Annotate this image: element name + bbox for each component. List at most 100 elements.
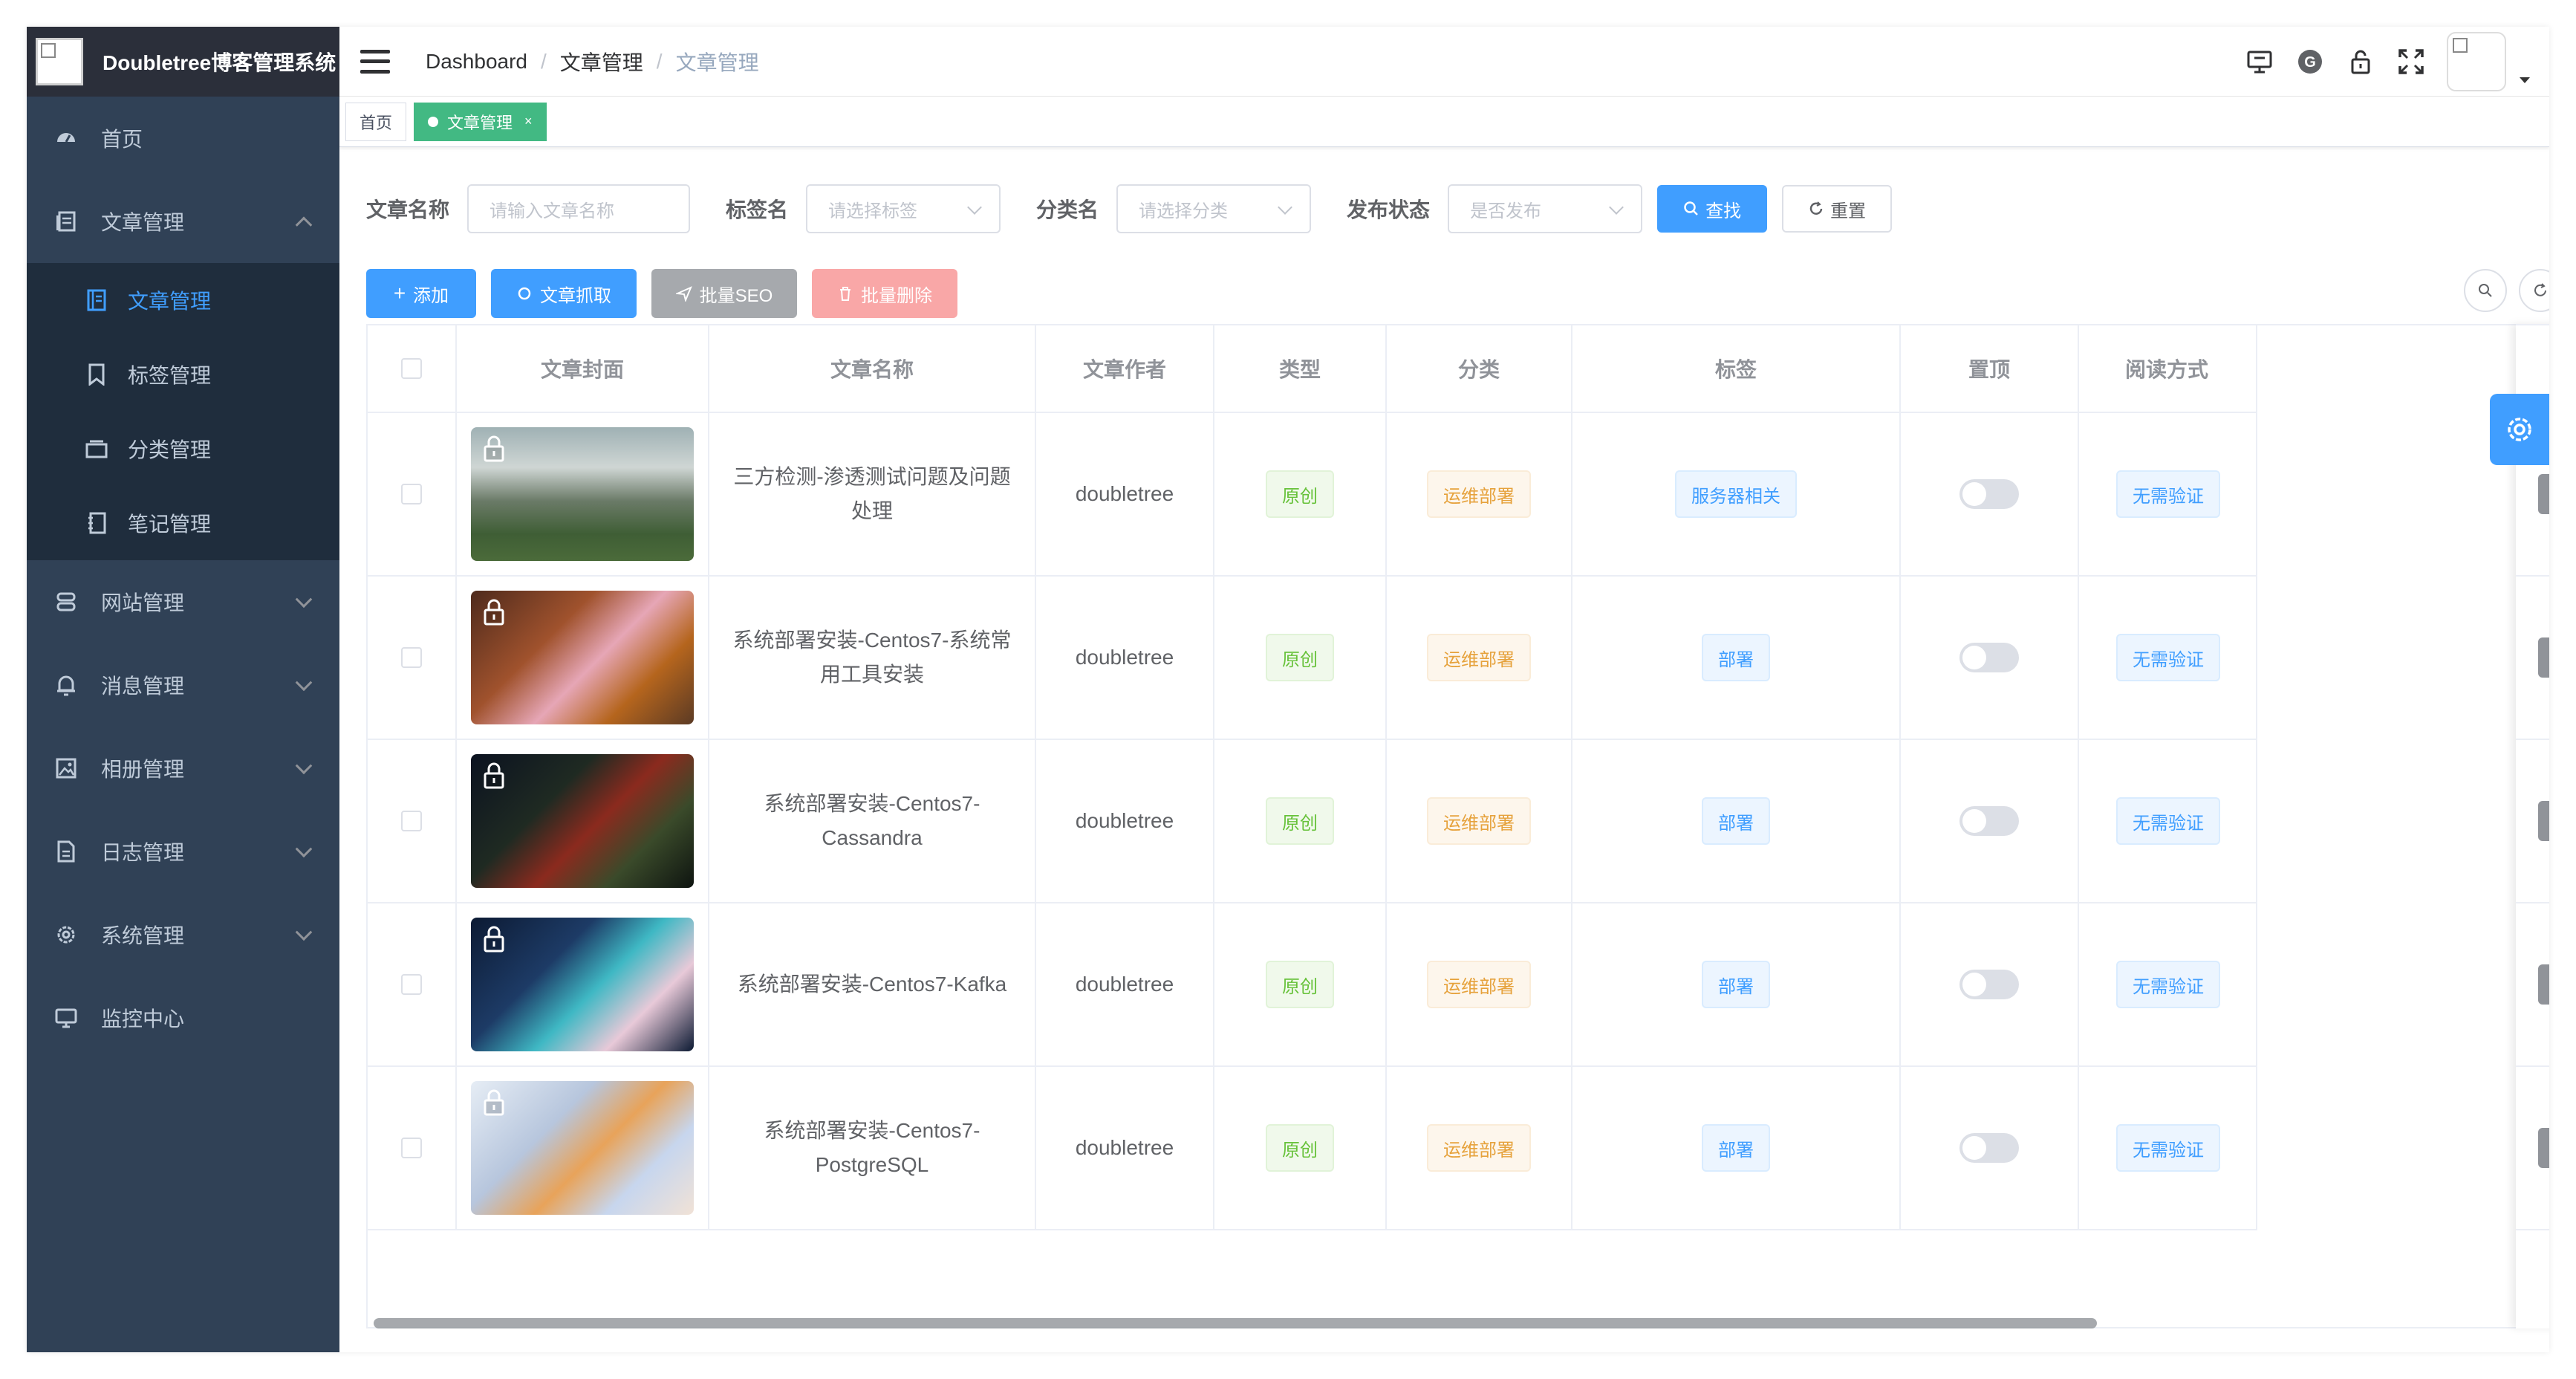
title-input[interactable]: 请输入文章名称 bbox=[467, 184, 691, 233]
checkbox[interactable] bbox=[401, 1138, 422, 1158]
row-select-cell bbox=[368, 903, 457, 1067]
add-button[interactable]: + 添加 bbox=[366, 269, 476, 318]
header-type: 类型 bbox=[1214, 325, 1387, 413]
type-badge: 原创 bbox=[1266, 961, 1334, 1008]
type-badge: 原创 bbox=[1266, 634, 1334, 681]
logo-bar[interactable]: Doubletree博客管理系统 bbox=[27, 27, 339, 97]
sidebar-item-label: 标签管理 bbox=[128, 364, 212, 387]
sidebar: Doubletree博客管理系统 首页 文章管理 文章管理 标签管理 分类管理 … bbox=[27, 27, 339, 1352]
offline-button[interactable]: 下架 bbox=[2538, 474, 2549, 514]
read-mode-cell: 无需验证 bbox=[2079, 903, 2257, 1067]
sidebar-item-home[interactable]: 首页 bbox=[27, 97, 339, 180]
sidebar-item-system[interactable]: 系统管理 bbox=[27, 893, 339, 976]
chevron-down-icon bbox=[1278, 200, 1292, 215]
sidebar-item-logs[interactable]: 日志管理 bbox=[27, 810, 339, 893]
breadcrumb-separator: / bbox=[540, 49, 547, 73]
sidebar-item-album[interactable]: 相册管理 bbox=[27, 727, 339, 810]
offline-button[interactable]: 下架 bbox=[2538, 801, 2549, 841]
search-button[interactable]: 查找 bbox=[1657, 185, 1768, 233]
sidebar-item-monitor[interactable]: 监控中心 bbox=[27, 976, 339, 1060]
article-author: doubletree bbox=[1075, 1136, 1174, 1159]
checkbox[interactable] bbox=[401, 647, 422, 668]
document-icon bbox=[53, 209, 79, 234]
top-toggle[interactable] bbox=[1959, 970, 2019, 999]
sidebar-item-website[interactable]: 网站管理 bbox=[27, 560, 339, 643]
settings-button[interactable] bbox=[2490, 394, 2549, 465]
sidebar-item-note-manage[interactable]: 笔记管理 bbox=[27, 486, 339, 560]
breadcrumb-item-articles[interactable]: 文章管理 bbox=[560, 47, 643, 77]
tag-cell: 部署 bbox=[1572, 740, 1901, 903]
checkbox[interactable] bbox=[401, 484, 422, 504]
main-area: Dashboard / 文章管理 / 文章管理 G 首页 文章管理 × 文章名称… bbox=[339, 27, 2549, 1352]
reset-button[interactable]: 重置 bbox=[1782, 185, 1893, 233]
cover-image[interactable] bbox=[471, 754, 694, 888]
checkbox[interactable] bbox=[401, 358, 422, 379]
sidebar-item-tag-manage[interactable]: 标签管理 bbox=[27, 337, 339, 412]
batch-seo-button[interactable]: 批量SEO bbox=[651, 269, 797, 318]
cover-image[interactable] bbox=[471, 918, 694, 1051]
table-row: 三方检测-渗透测试问题及问题处理 doubletree 原创 运维部署 服务器相关 无需验… bbox=[368, 413, 2257, 577]
cover-image[interactable] bbox=[471, 1081, 694, 1215]
author-cell: doubletree bbox=[1036, 740, 1214, 903]
offline-button[interactable]: 下架 bbox=[2538, 964, 2549, 1005]
hamburger-icon[interactable] bbox=[360, 49, 390, 74]
lock-icon bbox=[484, 599, 504, 626]
author-cell: doubletree bbox=[1036, 903, 1214, 1067]
status-select[interactable]: 是否发布 bbox=[1448, 184, 1643, 233]
refresh-table-button[interactable] bbox=[2519, 269, 2549, 312]
crawl-button[interactable]: 文章抓取 bbox=[491, 269, 637, 318]
breadcrumb-separator: / bbox=[656, 49, 663, 73]
header-title: 文章名称 bbox=[709, 325, 1036, 413]
toggle-search-button[interactable] bbox=[2464, 269, 2507, 312]
github-icon[interactable]: G bbox=[2294, 45, 2326, 78]
avatar[interactable] bbox=[2447, 32, 2506, 91]
close-icon[interactable]: × bbox=[524, 114, 533, 129]
tab-home[interactable]: 首页 bbox=[345, 102, 407, 141]
cover-image[interactable] bbox=[471, 427, 694, 561]
top-toggle[interactable] bbox=[1959, 479, 2019, 509]
lock-icon bbox=[484, 762, 504, 789]
cover-image[interactable] bbox=[471, 591, 694, 724]
top-toggle[interactable] bbox=[1959, 806, 2019, 836]
offline-button[interactable]: 下架 bbox=[2538, 637, 2549, 678]
header-read-mode: 阅读方式 bbox=[2079, 325, 2257, 413]
checkbox[interactable] bbox=[401, 811, 422, 831]
tab-article-manage[interactable]: 文章管理 × bbox=[414, 102, 547, 141]
read-mode-badge: 无需验证 bbox=[2116, 634, 2220, 681]
lock-icon[interactable] bbox=[2344, 45, 2377, 78]
fullscreen-icon[interactable] bbox=[2395, 45, 2427, 78]
category-badge: 运维部署 bbox=[1427, 797, 1531, 845]
tag-select[interactable]: 请选择标签 bbox=[806, 184, 1001, 233]
active-dot-icon bbox=[428, 116, 439, 127]
batch-delete-button[interactable]: 批量删除 bbox=[812, 269, 957, 318]
sidebar-item-articles[interactable]: 文章管理 bbox=[27, 180, 339, 263]
caret-down-icon[interactable] bbox=[2520, 77, 2530, 83]
top-toggle[interactable] bbox=[1959, 1133, 2019, 1163]
category-select[interactable]: 请选择分类 bbox=[1116, 184, 1312, 233]
offline-button[interactable]: 下架 bbox=[2538, 1128, 2549, 1168]
category-select-placeholder: 请选择分类 bbox=[1139, 201, 1229, 221]
sidebar-item-category-manage[interactable]: 分类管理 bbox=[27, 412, 339, 486]
top-cell bbox=[1901, 903, 2079, 1067]
sidebar-item-label: 监控中心 bbox=[101, 1008, 185, 1031]
top-toggle[interactable] bbox=[1959, 643, 2019, 672]
chevron-down-icon bbox=[295, 840, 313, 858]
horizontal-scrollbar[interactable] bbox=[374, 1318, 2097, 1328]
category-cell: 运维部署 bbox=[1387, 903, 1572, 1067]
status-label: 发布状态 bbox=[1347, 198, 1431, 221]
type-cell: 原创 bbox=[1214, 577, 1387, 740]
tags-view: 首页 文章管理 × bbox=[339, 97, 2549, 147]
breadcrumb-item-dashboard[interactable]: Dashboard bbox=[426, 50, 527, 74]
checkbox[interactable] bbox=[401, 974, 422, 995]
row-select-cell bbox=[368, 1067, 457, 1230]
header-select-all[interactable] bbox=[368, 325, 457, 413]
chevron-down-icon bbox=[295, 591, 313, 609]
type-cell: 原创 bbox=[1214, 903, 1387, 1067]
title-cell: 三方检测-渗透测试问题及问题处理 bbox=[709, 413, 1036, 577]
sidebar-item-messages[interactable]: 消息管理 bbox=[27, 643, 339, 727]
screen-icon[interactable] bbox=[2243, 45, 2276, 78]
article-title: 三方检测-渗透测试问题及问题处理 bbox=[733, 465, 1011, 522]
title-cell: 系统部署安装-Centos7-PostgreSQL bbox=[709, 1067, 1036, 1230]
sidebar-item-article-manage[interactable]: 文章管理 bbox=[27, 263, 339, 337]
header-top: 置顶 bbox=[1901, 325, 2079, 413]
